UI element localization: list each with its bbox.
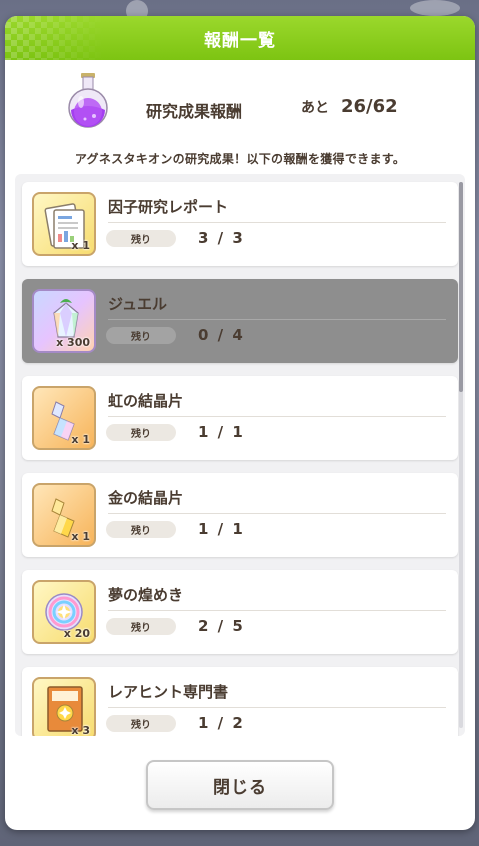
remaining-pill: 残り	[106, 230, 176, 247]
reward-count: 1 / 2	[198, 714, 245, 732]
summary-section: 研究成果報酬 あと 26/62	[5, 60, 475, 150]
dialog-title: 報酬一覧	[204, 30, 276, 51]
remaining-pill: 残り	[106, 424, 176, 441]
description-text: アグネスタキオンの研究成果！以下の報酬を獲得できます。	[74, 152, 406, 166]
row-divider	[108, 416, 446, 417]
rainbow-crystal-icon: x 1	[32, 386, 96, 450]
row-divider	[108, 707, 446, 708]
summary-title: 研究成果報酬	[146, 102, 243, 121]
reward-count: 0 / 4	[198, 326, 245, 344]
reward-quantity: x 3	[71, 724, 90, 736]
reward-count: 2 / 5	[198, 617, 245, 635]
report-icon: x 1	[32, 192, 96, 256]
background-decoration	[410, 0, 460, 16]
reward-row: x 1 因子研究レポート 残り 3 / 3	[22, 182, 458, 266]
remaining-pill: 残り	[106, 618, 176, 635]
reward-name: レアヒント専門書	[108, 683, 229, 701]
remaining-counter: あと 26/62	[301, 96, 398, 117]
reward-name: 夢の煌めき	[108, 586, 184, 604]
close-button[interactable]: 閉じる	[146, 760, 334, 810]
remaining-label: あと	[301, 100, 329, 116]
remaining-pill: 残り	[106, 327, 176, 344]
rewards-dialog: 報酬一覧 研究成果報酬 あと 26/62 アグネスタキオンの研究成果！以下の報酬…	[5, 16, 475, 830]
row-divider	[108, 513, 446, 514]
reward-row: x 20 夢の煌めき 残り 2 / 5	[22, 570, 458, 654]
remaining-pill: 残り	[106, 715, 176, 732]
reward-row: x 300 ジュエル 残り 0 / 4	[22, 279, 458, 363]
header-pattern	[5, 16, 105, 60]
reward-name: 因子研究レポート	[108, 198, 229, 216]
scrollbar[interactable]	[459, 182, 463, 728]
jewel-icon: x 300	[32, 289, 96, 353]
flask-icon	[68, 73, 108, 128]
dialog-header: 報酬一覧	[5, 16, 475, 60]
reward-quantity: x 20	[63, 627, 90, 640]
reward-quantity: x 300	[56, 336, 90, 349]
reward-row: x 3 レアヒント専門書 残り 1 / 2	[22, 667, 458, 736]
reward-quantity: x 1	[71, 530, 90, 543]
gold-crystal-icon: x 1	[32, 483, 96, 547]
remaining-pill: 残り	[106, 521, 176, 538]
hint-book-icon: x 3	[32, 677, 96, 736]
row-divider	[108, 222, 446, 223]
reward-count: 3 / 3	[198, 229, 245, 247]
row-divider	[108, 610, 446, 611]
reward-quantity: x 1	[71, 239, 90, 252]
scrollbar-thumb[interactable]	[459, 182, 463, 392]
reward-quantity: x 1	[71, 433, 90, 446]
reward-name: ジュエル	[108, 295, 167, 313]
reward-row: x 1 虹の結晶片 残り 1 / 1	[22, 376, 458, 460]
reward-row: x 1 金の結晶片 残り 1 / 1	[22, 473, 458, 557]
dream-sparkle-icon: x 20	[32, 580, 96, 644]
reward-count: 1 / 1	[198, 423, 245, 441]
row-divider	[108, 319, 446, 320]
reward-count: 1 / 1	[198, 520, 245, 538]
remaining-value: 26/62	[341, 96, 398, 117]
reward-name: 金の結晶片	[108, 489, 184, 507]
reward-name: 虹の結晶片	[108, 392, 184, 410]
reward-list[interactable]: x 1 因子研究レポート 残り 3 / 3 x 300 ジュエル 残り 0 / …	[15, 174, 465, 736]
